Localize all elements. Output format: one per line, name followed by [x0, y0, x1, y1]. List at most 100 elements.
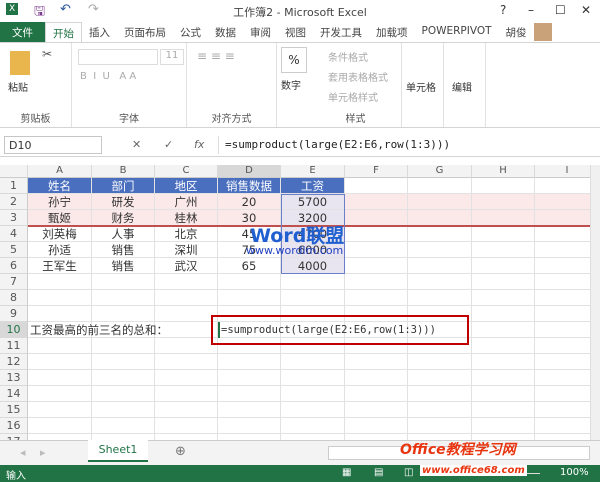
zoom-level[interactable]: 100%: [560, 467, 589, 478]
paste-button[interactable]: 粘贴: [8, 79, 28, 94]
tab-insert[interactable]: 插入: [82, 22, 117, 42]
prev-sheet-icon[interactable]: ◂: [20, 446, 26, 459]
cells-button[interactable]: 单元格: [406, 79, 436, 94]
avatar[interactable]: [533, 23, 552, 41]
cell-C5[interactable]: 深圳: [155, 242, 218, 258]
user-name[interactable]: 胡俊: [499, 22, 534, 42]
paste-icon[interactable]: [10, 51, 30, 75]
tab-review[interactable]: 审阅: [243, 22, 278, 42]
cell-H16[interactable]: [472, 418, 535, 434]
vertical-scrollbar[interactable]: [590, 165, 600, 440]
normal-view-icon[interactable]: ▦: [342, 467, 351, 478]
cell-H12[interactable]: [472, 354, 535, 370]
row-header-16[interactable]: 16: [0, 418, 28, 434]
cell-C12[interactable]: [155, 354, 218, 370]
cell-C9[interactable]: [155, 306, 218, 322]
cell-D2[interactable]: 20: [218, 194, 281, 210]
insert-function-icon[interactable]: fx: [194, 138, 204, 151]
cell-A3[interactable]: 甄姬: [28, 210, 92, 226]
tab-page-layout[interactable]: 页面布局: [117, 22, 173, 42]
cell-A8[interactable]: [28, 290, 92, 306]
page-break-icon[interactable]: ◫: [404, 467, 413, 478]
number-button[interactable]: 数字: [281, 77, 301, 92]
cell-G16[interactable]: [408, 418, 472, 434]
cell-A12[interactable]: [28, 354, 92, 370]
cell-I11[interactable]: [535, 338, 590, 354]
cell-C2[interactable]: 广州: [155, 194, 218, 210]
cell-H8[interactable]: [472, 290, 535, 306]
cell-C7[interactable]: [155, 274, 218, 290]
cell-C4[interactable]: 北京: [155, 226, 218, 242]
cell-F16[interactable]: [345, 418, 408, 434]
cell-I9[interactable]: [535, 306, 590, 322]
cell-F7[interactable]: [345, 274, 408, 290]
cell-styles-button[interactable]: 单元格样式: [328, 89, 378, 104]
cell-I7[interactable]: [535, 274, 590, 290]
cell-B2[interactable]: 研发: [92, 194, 155, 210]
cell-H2[interactable]: [472, 194, 535, 210]
tab-data[interactable]: 数据: [208, 22, 243, 42]
cell-B13[interactable]: [92, 370, 155, 386]
cell-E15[interactable]: [281, 402, 345, 418]
cell-D1[interactable]: 销售数据: [218, 178, 281, 194]
cell-G5[interactable]: [408, 242, 472, 258]
cell-H7[interactable]: [472, 274, 535, 290]
column-header-E[interactable]: E: [281, 165, 345, 178]
cell-I4[interactable]: [535, 226, 590, 242]
minimize-icon[interactable]: –: [528, 3, 534, 17]
cell-E7[interactable]: [281, 274, 345, 290]
row-header-11[interactable]: 11: [0, 338, 28, 354]
cell-F12[interactable]: [345, 354, 408, 370]
column-header-H[interactable]: H: [472, 165, 535, 178]
cell-A15[interactable]: [28, 402, 92, 418]
row-header-2[interactable]: 2: [0, 194, 28, 210]
row-header-4[interactable]: 4: [0, 226, 28, 242]
cell-G2[interactable]: [408, 194, 472, 210]
cell-E12[interactable]: [281, 354, 345, 370]
cell-B15[interactable]: [92, 402, 155, 418]
cell-C13[interactable]: [155, 370, 218, 386]
cell-B3[interactable]: 财务: [92, 210, 155, 226]
cell-I15[interactable]: [535, 402, 590, 418]
cell-C15[interactable]: [155, 402, 218, 418]
cell-B5[interactable]: 销售: [92, 242, 155, 258]
name-box[interactable]: D10: [4, 136, 102, 154]
cell-B14[interactable]: [92, 386, 155, 402]
cell-E16[interactable]: [281, 418, 345, 434]
format-table-button[interactable]: 套用表格格式: [328, 69, 388, 84]
cell-G12[interactable]: [408, 354, 472, 370]
next-sheet-icon[interactable]: ▸: [40, 446, 46, 459]
row-header-3[interactable]: 3: [0, 210, 28, 226]
cell-H9[interactable]: [472, 306, 535, 322]
cell-A14[interactable]: [28, 386, 92, 402]
cell-F5[interactable]: [345, 242, 408, 258]
cell-H10[interactable]: [472, 322, 535, 338]
cell-H5[interactable]: [472, 242, 535, 258]
cell-H4[interactable]: [472, 226, 535, 242]
cell-G8[interactable]: [408, 290, 472, 306]
cell-E1[interactable]: 工资: [281, 178, 345, 194]
formula-input[interactable]: =sumproduct(large(E2:E6,row(1:3))): [218, 136, 598, 154]
cell-A11[interactable]: [28, 338, 92, 354]
cell-I12[interactable]: [535, 354, 590, 370]
cell-C3[interactable]: 桂林: [155, 210, 218, 226]
row-header-8[interactable]: 8: [0, 290, 28, 306]
cell-E8[interactable]: [281, 290, 345, 306]
cell-G7[interactable]: [408, 274, 472, 290]
cell-D12[interactable]: [218, 354, 281, 370]
cell-F15[interactable]: [345, 402, 408, 418]
cell-D14[interactable]: [218, 386, 281, 402]
cell-A16[interactable]: [28, 418, 92, 434]
cell-H1[interactable]: [472, 178, 535, 194]
cell-H6[interactable]: [472, 258, 535, 274]
cell-H11[interactable]: [472, 338, 535, 354]
cell-F13[interactable]: [345, 370, 408, 386]
row-header-12[interactable]: 12: [0, 354, 28, 370]
cut-icon[interactable]: ✂: [42, 47, 52, 61]
tab-powerpivot[interactable]: POWERPIVOT: [415, 22, 499, 42]
cell-B11[interactable]: [92, 338, 155, 354]
tab-addins[interactable]: 加载项: [369, 22, 415, 42]
cell-I3[interactable]: [535, 210, 590, 226]
cell-D7[interactable]: [218, 274, 281, 290]
cell-H13[interactable]: [472, 370, 535, 386]
